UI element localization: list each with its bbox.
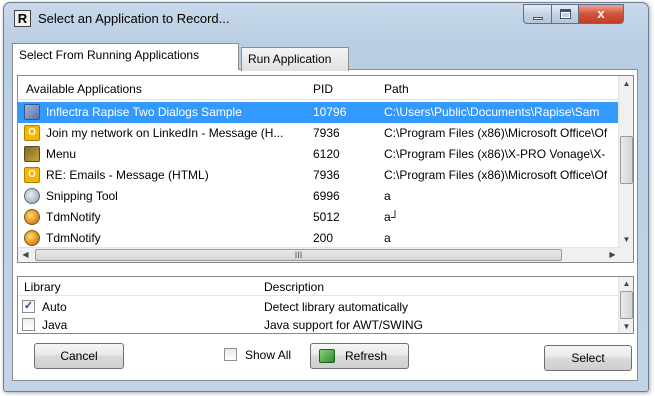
scroll-down-arrow-icon[interactable]: ▼ [619, 320, 633, 333]
select-button[interactable]: Select [544, 345, 632, 371]
close-icon: x [597, 6, 605, 21]
app-name: TdmNotify [46, 231, 101, 245]
minimize-icon [533, 17, 543, 20]
maximize-button[interactable] [551, 4, 579, 24]
scroll-right-arrow-icon[interactable]: ▶ [605, 248, 620, 262]
xpro-vonage-icon [24, 146, 40, 162]
app-pid: 7936 [313, 126, 340, 140]
app-pid: 5012 [313, 210, 340, 224]
outlook-icon: O [24, 125, 40, 141]
app-name: Inflectra Rapise Two Dialogs Sample [46, 105, 242, 119]
scroll-left-arrow-icon[interactable]: ◀ [18, 248, 33, 262]
app-row[interactable]: O RE: Emails - Message (HTML) 7936 C:\Pr… [18, 165, 620, 186]
app-pid: 6120 [313, 147, 340, 161]
app-path: a [384, 189, 391, 203]
library-name: Auto [42, 300, 67, 314]
library-vscroll-thumb[interactable] [620, 291, 633, 319]
app-pid: 10796 [313, 105, 347, 119]
app-path: C:\Program Files (x86)\Microsoft Office\… [384, 168, 608, 182]
column-available-applications[interactable]: Available Applications [26, 82, 142, 96]
cancel-button[interactable]: Cancel [34, 343, 124, 369]
app-path: C:\Program Files (x86)\Microsoft Office\… [384, 126, 608, 140]
minimize-button[interactable] [523, 4, 552, 24]
refresh-button-label: Refresh [345, 349, 388, 363]
scroll-up-arrow-icon[interactable]: ▲ [619, 277, 633, 290]
apps-vscroll-thumb[interactable] [620, 136, 633, 184]
show-all-label[interactable]: Show All [245, 348, 291, 362]
library-java-checkbox[interactable] [22, 318, 35, 331]
app-name: Menu [46, 147, 77, 161]
scroll-down-arrow-icon[interactable]: ▼ [619, 232, 633, 247]
column-path[interactable]: Path [384, 82, 409, 96]
library-name: Java [42, 318, 68, 332]
library-list[interactable]: Library Description ✓ Auto Detect librar… [17, 276, 634, 334]
apps-header: Available Applications PID Path [18, 76, 620, 100]
app-row[interactable]: Inflectra Rapise Two Dialogs Sample 1079… [18, 102, 620, 123]
app-row[interactable]: O Join my network on LinkedIn - Message … [18, 123, 620, 144]
library-auto-checkbox[interactable]: ✓ [22, 300, 35, 313]
title-bar[interactable]: R Select an Application to Record... x [4, 3, 648, 33]
tab-run-application[interactable]: Run Application [241, 47, 349, 71]
tdmnotify-icon [24, 230, 40, 246]
column-pid[interactable]: PID [313, 82, 333, 96]
app-row[interactable]: Menu 6120 C:\Program Files (x86)\X-PRO V… [18, 144, 620, 165]
library-vertical-scrollbar[interactable]: ▲ ▼ [618, 277, 633, 333]
app-row[interactable]: Snipping Tool 6996 a [18, 186, 620, 207]
app-name: Snipping Tool [46, 189, 118, 203]
rapise-app-icon: R [14, 10, 31, 27]
column-library[interactable]: Library [24, 280, 61, 294]
column-description[interactable]: Description [264, 280, 324, 294]
inflectra-icon [24, 104, 40, 120]
refresh-icon [319, 349, 335, 363]
app-path: a┘ [384, 210, 400, 224]
apps-hscroll-thumb[interactable]: III [35, 249, 562, 261]
snipping-tool-icon [24, 188, 40, 204]
app-path: a [384, 231, 391, 245]
tdmnotify-icon [24, 209, 40, 225]
app-path: C:\Users\Public\Documents\Rapise\Sam [384, 105, 600, 119]
app-row[interactable]: TdmNotify 5012 a┘ [18, 207, 620, 228]
tab-select-running[interactable]: Select From Running Applications [12, 43, 239, 70]
app-pid: 7936 [313, 168, 340, 182]
close-button[interactable]: x [578, 4, 624, 24]
library-description: Java support for AWT/SWING [264, 318, 423, 332]
app-row[interactable]: TdmNotify 200 a [18, 228, 620, 249]
apps-horizontal-scrollbar[interactable]: ◀ III ▶ [18, 247, 620, 262]
library-description: Detect library automatically [264, 300, 409, 314]
app-pid: 6996 [313, 189, 340, 203]
outlook-icon: O [24, 167, 40, 183]
scroll-up-arrow-icon[interactable]: ▲ [619, 76, 633, 91]
app-pid: 200 [313, 231, 334, 245]
library-row-auto[interactable]: ✓ Auto Detect library automatically [18, 298, 620, 316]
app-name: TdmNotify [46, 210, 101, 224]
show-all-checkbox[interactable] [224, 348, 237, 361]
refresh-button[interactable]: Refresh [310, 343, 409, 369]
window-title: Select an Application to Record... [38, 11, 230, 26]
maximize-icon [560, 9, 571, 19]
app-path: C:\Program Files (x86)\X-PRO Vonage\X- [384, 147, 606, 161]
apps-vertical-scrollbar[interactable]: ▲ ▼ [618, 76, 633, 262]
app-name: RE: Emails - Message (HTML) [46, 168, 209, 182]
library-row-java[interactable]: Java Java support for AWT/SWING [18, 316, 620, 333]
app-name: Join my network on LinkedIn - Message (H… [46, 126, 284, 140]
library-header: Library Description [18, 277, 620, 296]
applications-list[interactable]: Available Applications PID Path Inflectr… [17, 75, 634, 263]
